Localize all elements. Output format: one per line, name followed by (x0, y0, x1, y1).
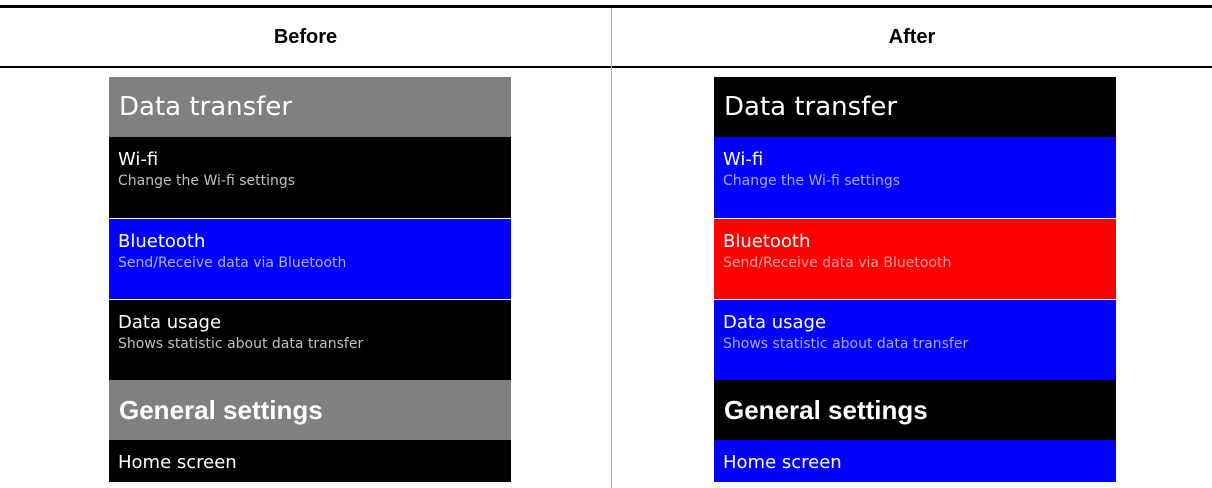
before-list-item-wifi[interactable]: Wi-fi Change the Wi-fi settings (109, 137, 511, 218)
after-list-item-data-usage[interactable]: Data usage Shows statistic about data tr… (714, 299, 1116, 380)
before-item-subtitle: Send/Receive data via Bluetooth (118, 255, 347, 271)
before-listview-panel: Data transfer Wi-fi Change the Wi-fi set… (109, 77, 511, 482)
after-section-header-data-transfer: Data transfer (714, 77, 1116, 137)
after-item-subtitle: Change the Wi-fi settings (723, 173, 901, 189)
before-item-title: Wi-fi (118, 149, 159, 170)
table-header-row: Before After (0, 8, 1212, 66)
after-item-subtitle: Shows statistic about data transfer (723, 336, 969, 352)
before-item-title: Bluetooth (118, 231, 206, 252)
after-item-title: Wi-fi (723, 149, 764, 170)
after-item-title: Data usage (723, 312, 827, 333)
after-section-header-general-settings: General settings (714, 380, 1116, 440)
after-item-title: Bluetooth (723, 231, 811, 252)
column-divider (611, 8, 612, 488)
after-item-title: Home screen (723, 452, 842, 473)
before-column-header: Before (273, 25, 338, 48)
before-item-title: Data usage (118, 312, 222, 333)
after-list-item-home-screen[interactable]: Home screen (714, 440, 1116, 482)
before-section-header-data-transfer: Data transfer (109, 77, 511, 137)
before-section-header-general-settings: General settings (109, 380, 511, 440)
before-item-subtitle: Shows statistic about data transfer (118, 336, 364, 352)
after-listview-panel: Data transfer Wi-fi Change the Wi-fi set… (714, 77, 1116, 482)
after-column-header: After (888, 25, 936, 48)
after-list-item-bluetooth-selected[interactable]: Bluetooth Send/Receive data via Bluetoot… (714, 218, 1116, 299)
before-list-item-data-usage[interactable]: Data usage Shows statistic about data tr… (109, 299, 511, 380)
before-list-item-home-screen[interactable]: Home screen (109, 440, 511, 482)
before-item-title: Home screen (118, 452, 237, 473)
before-list-item-bluetooth-selected[interactable]: Bluetooth Send/Receive data via Bluetoot… (109, 218, 511, 299)
table-header-rule (0, 66, 1212, 68)
after-list-item-wifi[interactable]: Wi-fi Change the Wi-fi settings (714, 137, 1116, 218)
after-item-subtitle: Send/Receive data via Bluetooth (723, 255, 952, 271)
before-item-subtitle: Change the Wi-fi settings (118, 173, 296, 189)
